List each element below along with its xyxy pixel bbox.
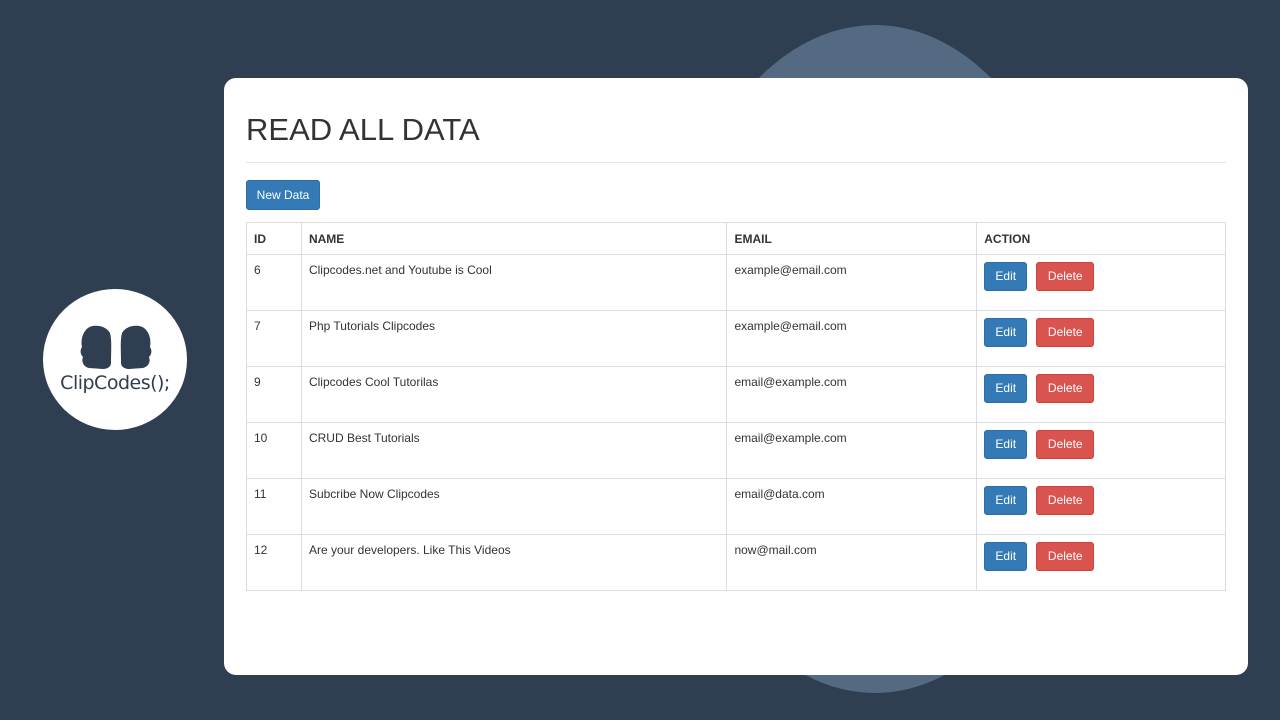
cell-action: Edit Delete: [976, 310, 1226, 367]
table-row: 9 Clipcodes Cool Tutorilas email@example…: [246, 366, 1226, 423]
title-divider: [246, 162, 1226, 163]
header-action: ACTION: [976, 222, 1226, 255]
new-data-button[interactable]: New Data: [246, 180, 320, 210]
delete-button[interactable]: Delete: [1036, 318, 1095, 347]
table-row: 6 Clipcodes.net and Youtube is Cool exam…: [246, 254, 1226, 311]
cell-id: 6: [246, 254, 302, 311]
cell-name: Subcribe Now Clipcodes: [300, 478, 728, 535]
page-title: READ ALL DATA: [246, 112, 480, 147]
cell-email: example@email.com: [726, 254, 978, 311]
table-row: 10 CRUD Best Tutorials email@example.com…: [246, 422, 1226, 479]
cell-id: 12: [246, 534, 302, 591]
delete-button[interactable]: Delete: [1036, 262, 1095, 291]
cell-action: Edit Delete: [976, 366, 1226, 423]
cell-name: CRUD Best Tutorials: [300, 422, 728, 479]
brain-icon: [80, 325, 152, 369]
delete-button[interactable]: Delete: [1036, 374, 1095, 403]
cell-id: 9: [246, 366, 302, 423]
cell-email: now@mail.com: [726, 534, 978, 591]
main-card: READ ALL DATA New Data ID NAME EMAIL ACT…: [224, 78, 1248, 675]
table-row: 11 Subcribe Now Clipcodes email@data.com…: [246, 478, 1226, 535]
cell-name: Clipcodes Cool Tutorilas: [300, 366, 728, 423]
edit-button[interactable]: Edit: [984, 318, 1028, 347]
cell-email: example@email.com: [726, 310, 978, 367]
delete-button[interactable]: Delete: [1036, 486, 1095, 515]
cell-email: email@data.com: [726, 478, 978, 535]
cell-action: Edit Delete: [976, 478, 1226, 535]
edit-button[interactable]: Edit: [984, 430, 1028, 459]
delete-button[interactable]: Delete: [1036, 430, 1095, 459]
cell-id: 10: [246, 422, 302, 479]
cell-name: Clipcodes.net and Youtube is Cool: [300, 254, 728, 311]
edit-button[interactable]: Edit: [984, 486, 1028, 515]
table-row: 12 Are your developers. Like This Videos…: [246, 534, 1226, 591]
delete-button[interactable]: Delete: [1036, 542, 1095, 571]
header-id: ID: [246, 222, 302, 255]
cell-action: Edit Delete: [976, 254, 1226, 311]
screen: ClipCodes(); READ ALL DATA New Data ID N…: [0, 0, 1280, 720]
cell-action: Edit Delete: [976, 534, 1226, 591]
logo-text: ClipCodes();: [60, 372, 170, 394]
data-table: ID NAME EMAIL ACTION 6 Clipcodes.net and…: [246, 222, 1226, 591]
cell-name: Are your developers. Like This Videos: [300, 534, 728, 591]
cell-email: email@example.com: [726, 422, 978, 479]
cell-id: 7: [246, 310, 302, 367]
table-row: 7 Php Tutorials Clipcodes example@email.…: [246, 310, 1226, 367]
cell-email: email@example.com: [726, 366, 978, 423]
edit-button[interactable]: Edit: [984, 262, 1028, 291]
table-header-row: ID NAME EMAIL ACTION: [246, 222, 1226, 255]
cell-id: 11: [246, 478, 302, 535]
cell-action: Edit Delete: [976, 422, 1226, 479]
clipcodes-logo: ClipCodes();: [43, 289, 187, 430]
cell-name: Php Tutorials Clipcodes: [300, 310, 728, 367]
edit-button[interactable]: Edit: [984, 542, 1028, 571]
edit-button[interactable]: Edit: [984, 374, 1028, 403]
header-name: NAME: [300, 222, 728, 255]
header-email: EMAIL: [726, 222, 978, 255]
